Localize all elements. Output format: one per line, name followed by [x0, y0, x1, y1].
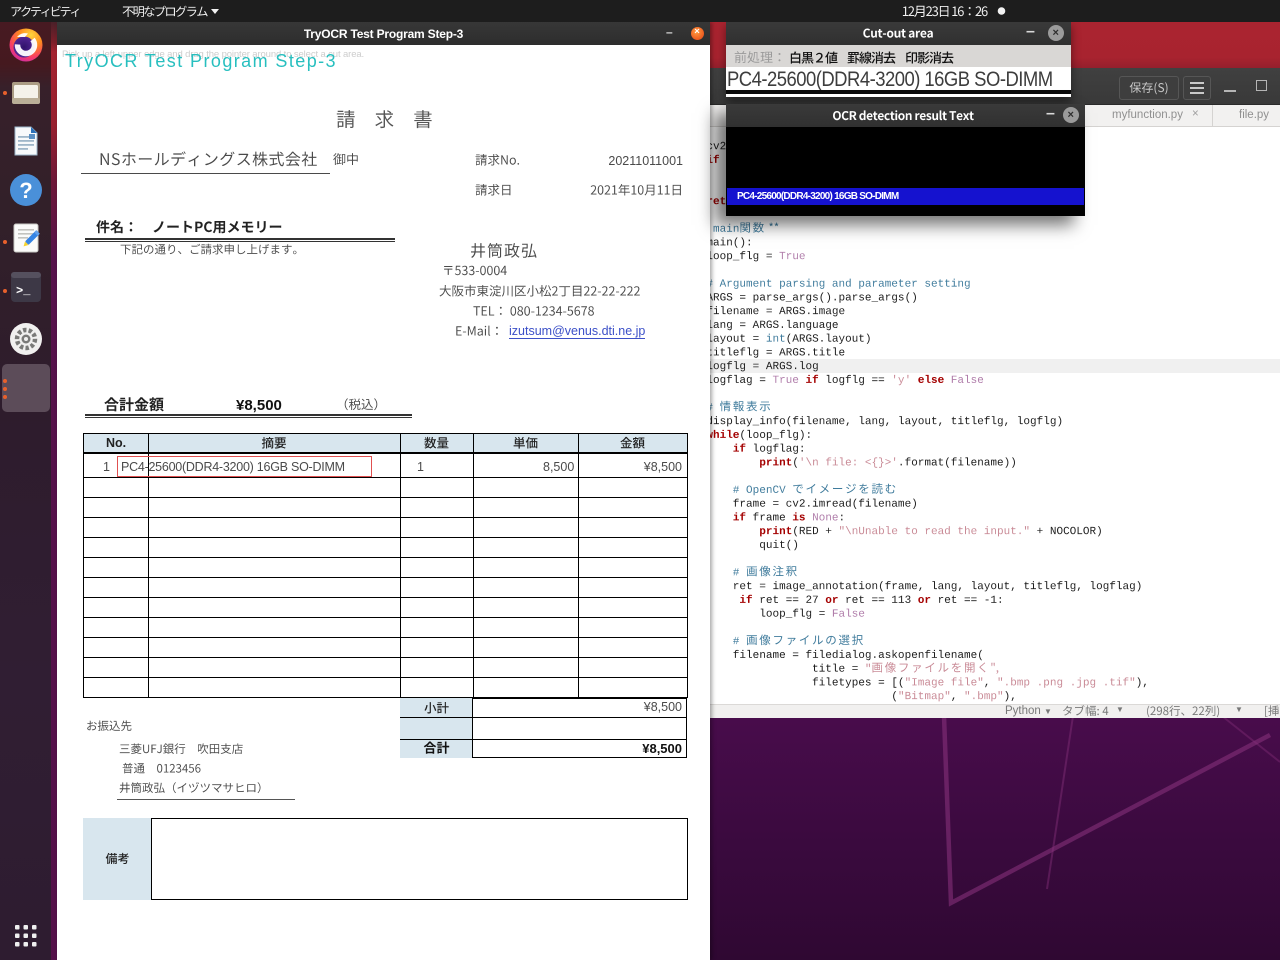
svg-text:?: ? [19, 178, 32, 203]
svg-text:>_: >_ [16, 284, 31, 298]
